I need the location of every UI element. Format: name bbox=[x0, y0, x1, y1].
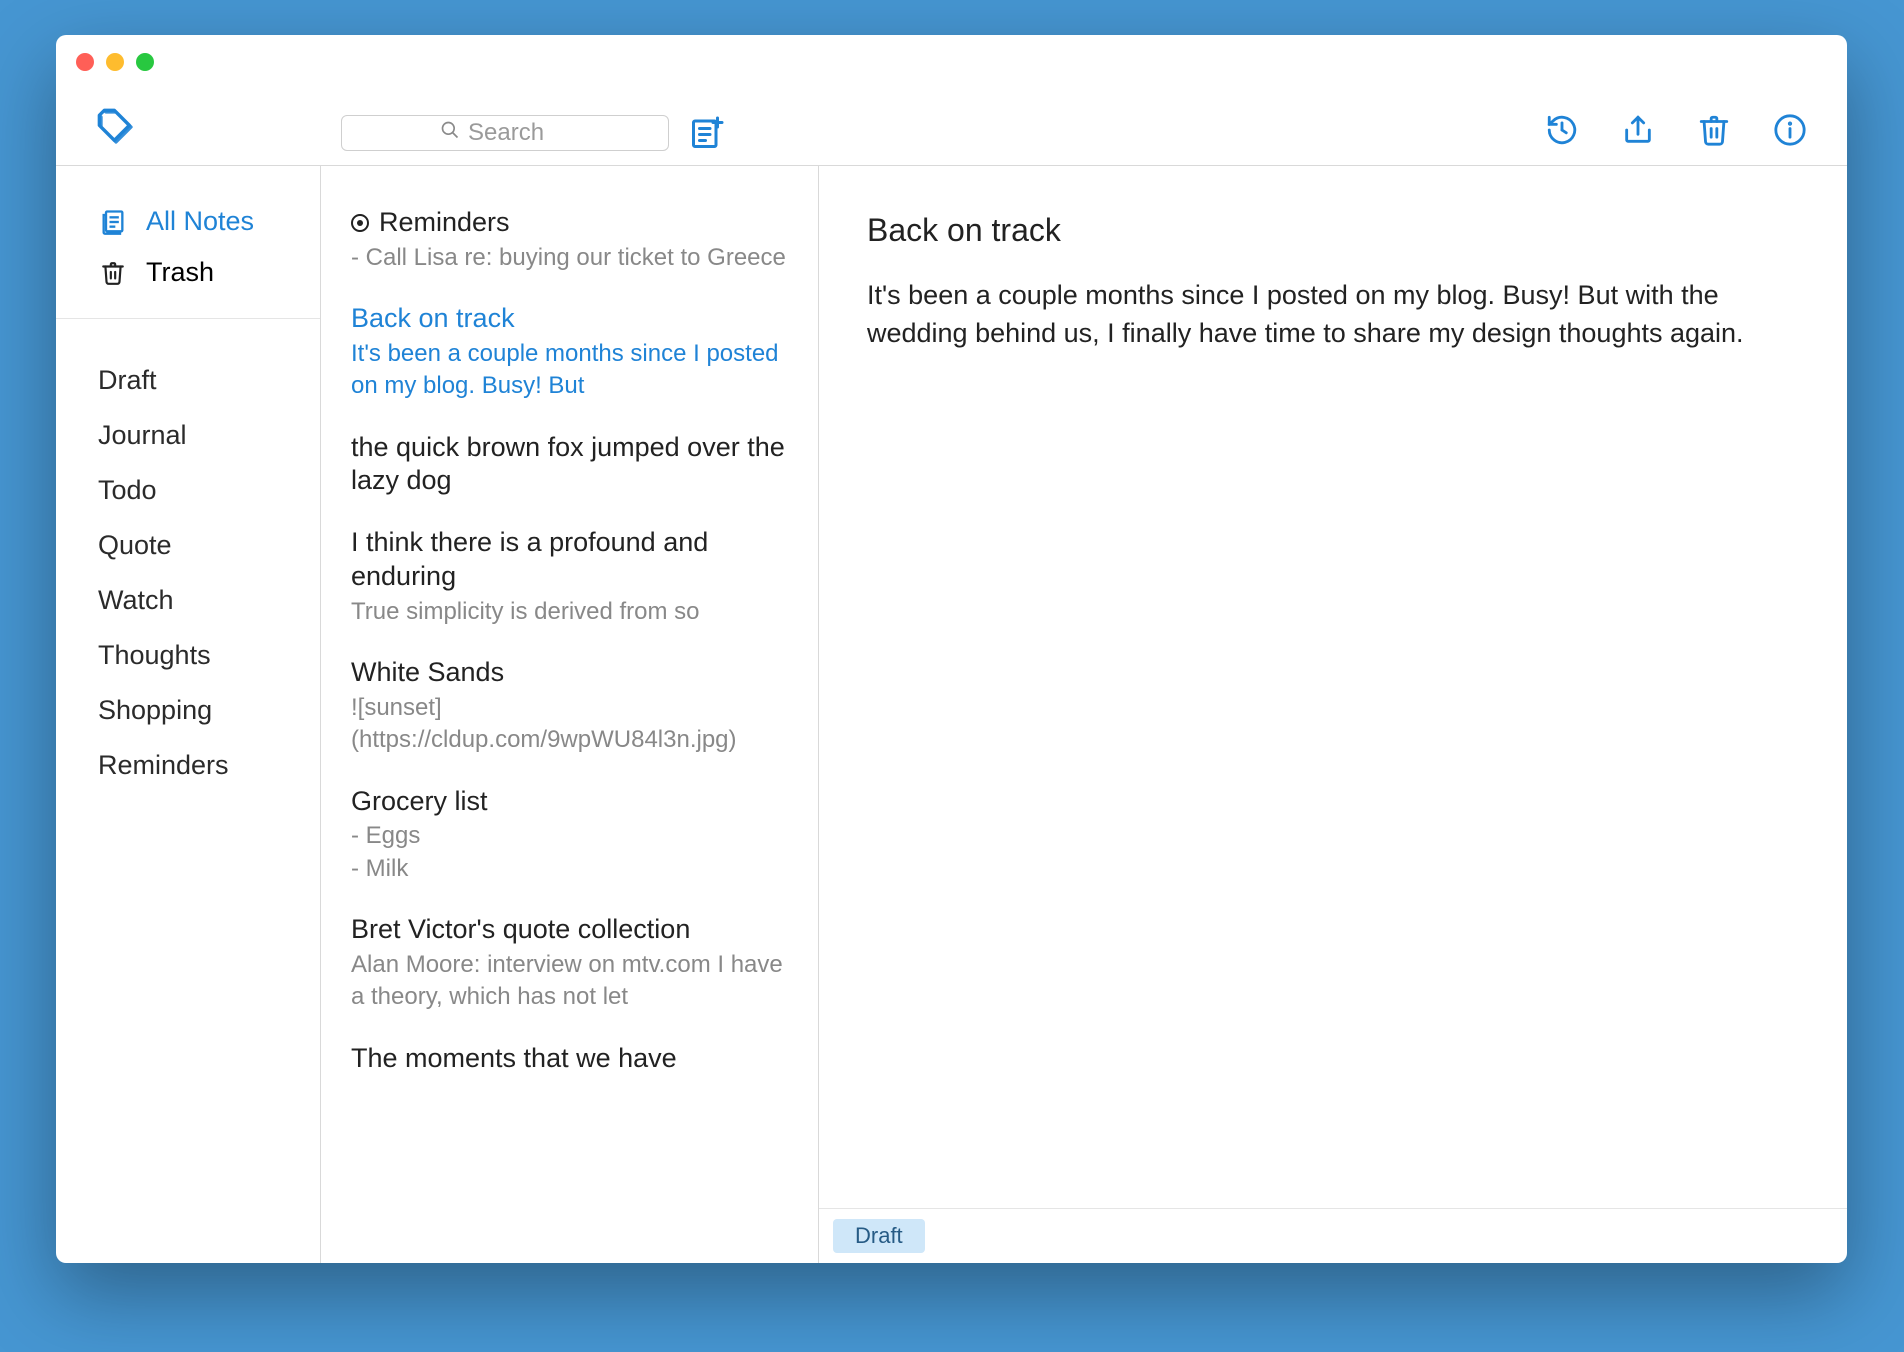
note-item-title-text: White Sands bbox=[351, 656, 504, 690]
note-item-preview: True simplicity is derived from so bbox=[351, 596, 788, 628]
sidebar-tag-shopping[interactable]: Shopping bbox=[56, 683, 320, 738]
sidebar-tag-thoughts[interactable]: Thoughts bbox=[56, 628, 320, 683]
note-item-title: Grocery list bbox=[351, 785, 788, 819]
app-body: All Notes Trash DraftJournalTodoQuoteWat… bbox=[56, 166, 1847, 1263]
sidebar-tag-quote[interactable]: Quote bbox=[56, 518, 320, 573]
close-window-button[interactable] bbox=[76, 53, 94, 71]
app-window: All Notes Trash DraftJournalTodoQuoteWat… bbox=[56, 35, 1847, 1263]
sidebar-trash[interactable]: Trash bbox=[56, 247, 320, 298]
sidebar-tag-watch[interactable]: Watch bbox=[56, 573, 320, 628]
sidebar-tag-journal[interactable]: Journal bbox=[56, 408, 320, 463]
search-icon bbox=[440, 119, 460, 147]
note-list-item[interactable]: Back on trackIt's been a couple months s… bbox=[321, 290, 818, 419]
sidebar-tag-list: DraftJournalTodoQuoteWatchThoughtsShoppi… bbox=[56, 319, 320, 793]
note-item-preview: It's been a couple months since I posted… bbox=[351, 338, 788, 403]
editor-footer: Draft bbox=[819, 1208, 1847, 1263]
note-item-title: Back on track bbox=[351, 302, 788, 336]
note-item-preview: ![sunset](https://cldup.com/9wpWU84l3n.j… bbox=[351, 692, 788, 757]
sidebar-tag-todo[interactable]: Todo bbox=[56, 463, 320, 518]
pinned-bullet-icon bbox=[351, 214, 369, 232]
note-item-preview: - Call Lisa re: buying our ticket to Gre… bbox=[351, 242, 788, 274]
note-item-title: I think there is a profound and enduring bbox=[351, 526, 788, 594]
note-list-item[interactable]: Reminders- Call Lisa re: buying our tick… bbox=[321, 194, 818, 290]
zoom-window-button[interactable] bbox=[136, 53, 154, 71]
note-item-title-text: Bret Victor's quote collection bbox=[351, 913, 690, 947]
note-list: Reminders- Call Lisa re: buying our tick… bbox=[321, 166, 819, 1263]
share-icon[interactable] bbox=[1621, 113, 1655, 147]
minimize-window-button[interactable] bbox=[106, 53, 124, 71]
sidebar-tag-draft[interactable]: Draft bbox=[56, 353, 320, 408]
note-item-title-text: Reminders bbox=[379, 206, 510, 240]
note-item-title-text: the quick brown fox jumped over the lazy… bbox=[351, 431, 788, 499]
note-item-title-text: Back on track bbox=[351, 302, 515, 336]
note-list-item[interactable]: I think there is a profound and enduring… bbox=[321, 514, 818, 644]
note-list-item[interactable]: Grocery list- Eggs - Milk bbox=[321, 773, 818, 902]
note-item-title: White Sands bbox=[351, 656, 788, 690]
note-list-item[interactable]: the quick brown fox jumped over the lazy… bbox=[321, 419, 818, 515]
trash-icon[interactable] bbox=[1697, 113, 1731, 147]
editor-content[interactable]: Back on track It's been a couple months … bbox=[819, 166, 1847, 353]
note-list-item[interactable]: Bret Victor's quote collectionAlan Moore… bbox=[321, 901, 818, 1030]
tags-icon[interactable] bbox=[96, 107, 136, 147]
note-item-title: Reminders bbox=[351, 206, 788, 240]
sidebar-all-notes-label: All Notes bbox=[146, 206, 254, 237]
sidebar-all-notes[interactable]: All Notes bbox=[56, 196, 320, 247]
note-item-preview: - Eggs - Milk bbox=[351, 820, 788, 885]
note-item-preview: Alan Moore: interview on mtv.com I have … bbox=[351, 949, 788, 1014]
sidebar-tag-reminders[interactable]: Reminders bbox=[56, 738, 320, 793]
note-list-item[interactable]: White Sands![sunset](https://cldup.com/9… bbox=[321, 644, 818, 773]
editor-title[interactable]: Back on track bbox=[867, 212, 1787, 249]
note-item-title-text: The moments that we have bbox=[351, 1042, 677, 1076]
new-note-button[interactable] bbox=[689, 115, 725, 151]
note-item-title: The moments that we have bbox=[351, 1042, 788, 1076]
all-notes-icon bbox=[98, 208, 128, 236]
search-field[interactable] bbox=[341, 115, 669, 151]
sidebar: All Notes Trash DraftJournalTodoQuoteWat… bbox=[56, 166, 321, 1263]
note-item-title: Bret Victor's quote collection bbox=[351, 913, 788, 947]
editor-pane: Back on track It's been a couple months … bbox=[819, 166, 1847, 1263]
search-input[interactable] bbox=[466, 118, 570, 148]
sidebar-trash-label: Trash bbox=[146, 257, 214, 288]
note-item-title-text: Grocery list bbox=[351, 785, 488, 819]
info-icon[interactable] bbox=[1773, 113, 1807, 147]
note-list-item[interactable]: The moments that we have bbox=[321, 1030, 818, 1092]
toolbar bbox=[56, 35, 1847, 166]
history-icon[interactable] bbox=[1545, 113, 1579, 147]
editor-body[interactable]: It's been a couple months since I posted… bbox=[867, 277, 1767, 353]
editor-tag-pill[interactable]: Draft bbox=[833, 1219, 925, 1253]
note-item-title-text: I think there is a profound and enduring bbox=[351, 526, 788, 594]
note-item-title: the quick brown fox jumped over the lazy… bbox=[351, 431, 788, 499]
trash-sidebar-icon bbox=[98, 260, 128, 286]
window-controls bbox=[76, 53, 154, 71]
